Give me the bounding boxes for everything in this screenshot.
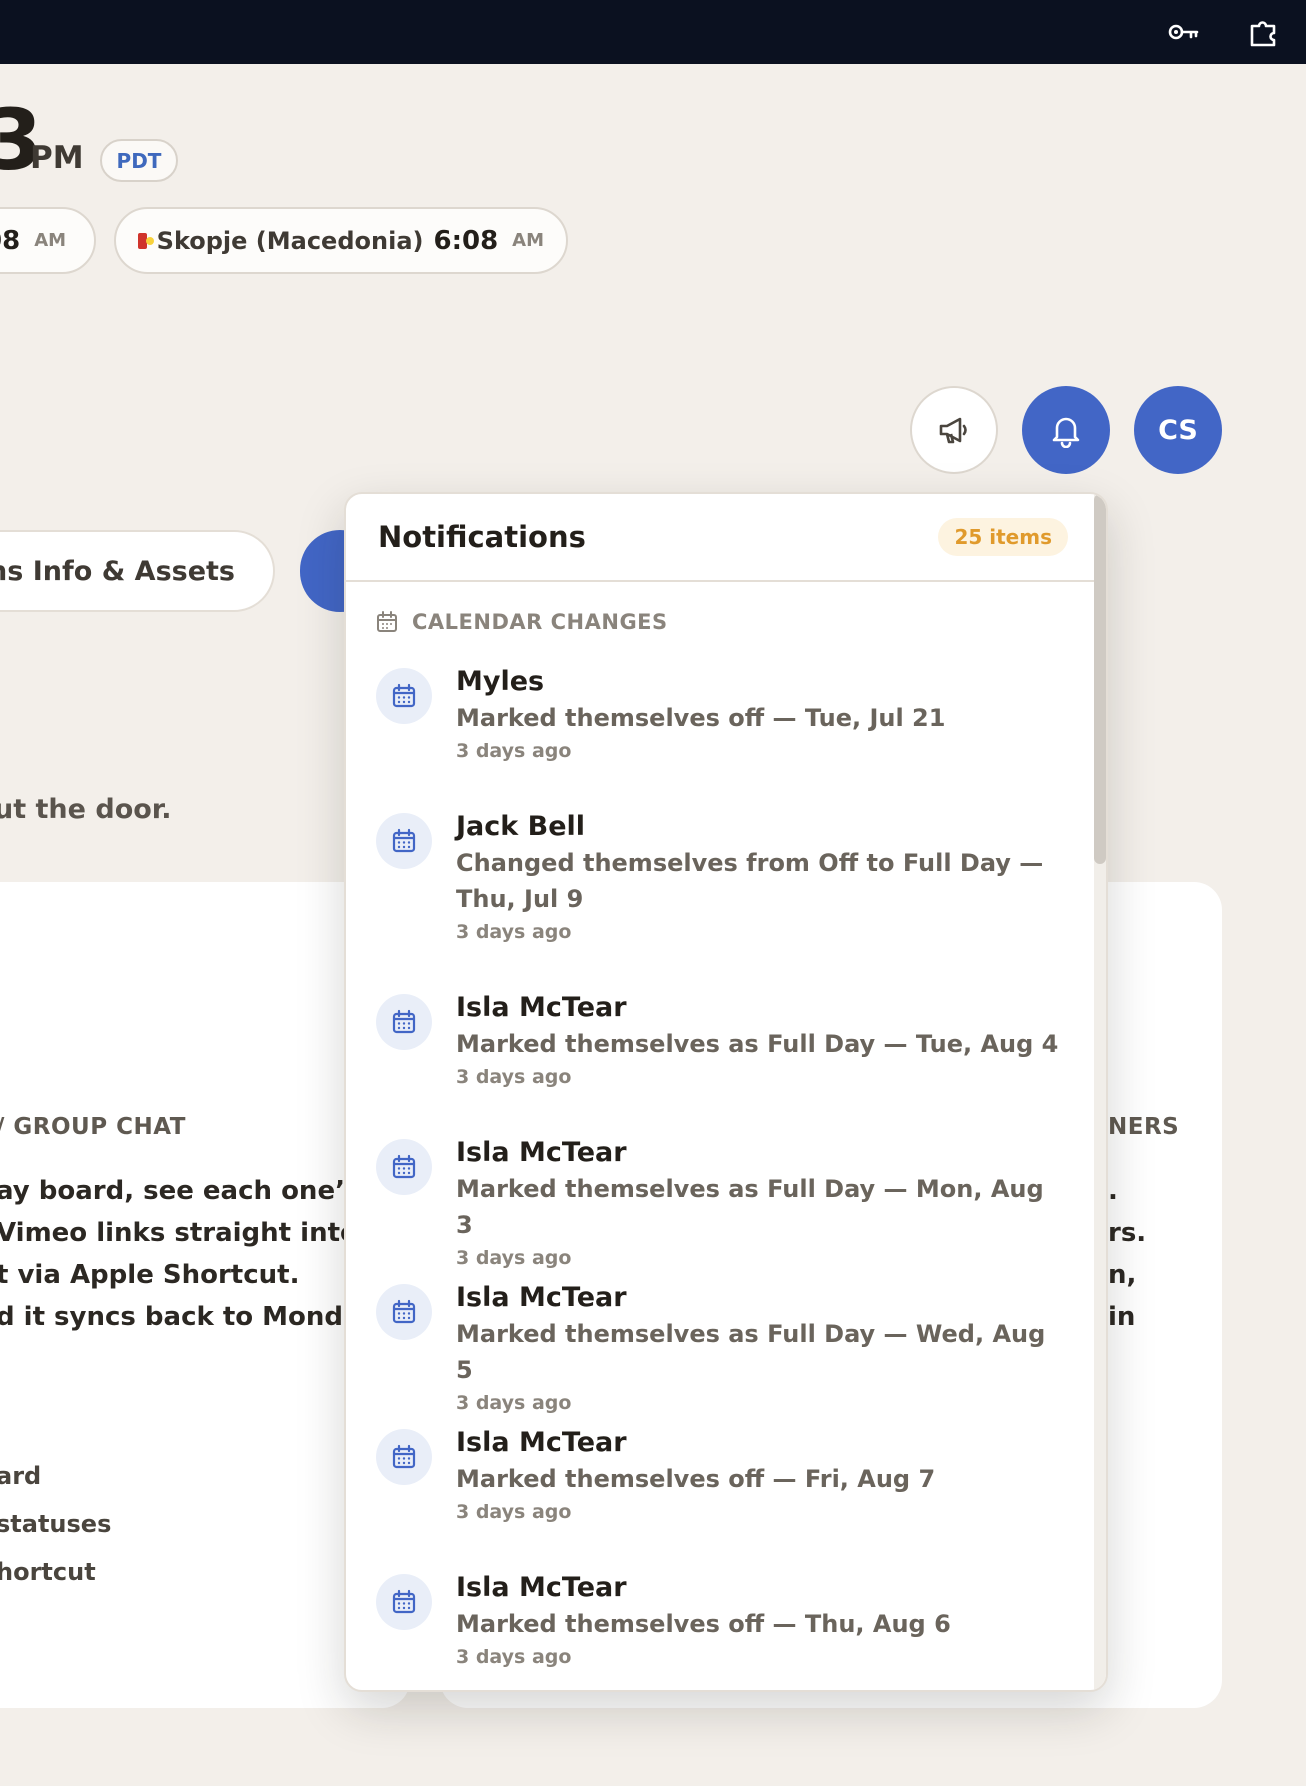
announcements-button[interactable]: [910, 386, 998, 474]
notification-item[interactable]: Isla McTear Marked themselves as Full Da…: [346, 1274, 1098, 1419]
key-icon[interactable]: [1162, 10, 1206, 54]
card-line: in: [1108, 1302, 1136, 1332]
bell-icon: [1052, 417, 1080, 448]
notification-time: 3 days ago: [456, 921, 572, 943]
notification-name: Myles: [456, 666, 545, 697]
card-line: .: [1108, 1176, 1118, 1206]
card-bullet: ard: [0, 1462, 42, 1490]
notification-message: Marked themselves as Full Day — Wed, Aug…: [456, 1320, 1046, 1384]
city-ampm: AM: [34, 230, 67, 251]
card-bullet: hortcut: [0, 1558, 96, 1586]
notification-name: Isla McTear: [456, 1427, 627, 1458]
avatar[interactable]: CS: [1134, 386, 1222, 474]
notification-name: Isla McTear: [456, 1572, 627, 1603]
notification-message: Changed themselves from Off to Full Day …: [456, 849, 1044, 913]
card-line: rs.: [1108, 1218, 1147, 1248]
notification-name: Isla McTear: [456, 1137, 627, 1168]
current-ampm: PM: [30, 140, 84, 176]
card-line: ay board, see each one’s: [0, 1176, 361, 1206]
city-name: Skopje (Macedonia): [156, 226, 424, 255]
calendar-icon: [376, 1574, 432, 1630]
notification-time: 3 days ago: [456, 1501, 572, 1523]
top-bar: [0, 0, 1306, 64]
city-clock-pill: Skopje (Macedonia) 6:08 AM: [114, 207, 568, 274]
notification-message: Marked themselves off — Thu, Aug 6: [456, 1610, 951, 1638]
notification-item[interactable]: Isla McTear Marked themselves as Full Da…: [346, 984, 1098, 1129]
card-line: Vimeo links straight into: [0, 1218, 358, 1248]
notification-item[interactable]: Isla McTear Marked themselves off — Thu,…: [346, 1564, 1098, 1690]
city-clock-pill: 08 AM: [0, 207, 96, 274]
card-bullet: statuses: [0, 1510, 112, 1538]
notification-item[interactable]: Isla McTear Marked themselves as Full Da…: [346, 1129, 1098, 1274]
intro-text: ut the door.: [0, 794, 172, 825]
notification-message: Marked themselves off — Fri, Aug 7: [456, 1465, 936, 1493]
notification-time: 3 days ago: [456, 1392, 572, 1414]
card-line: d it syncs back to Monday: [0, 1302, 377, 1332]
calendar-icon: [376, 1284, 432, 1340]
notification-message: Marked themselves as Full Day — Mon, Aug…: [456, 1175, 1044, 1239]
calendar-icon: [376, 668, 432, 724]
card-section-label: NERS: [1108, 1114, 1180, 1140]
notifications-header: Notifications 25 items: [346, 494, 1098, 582]
city-ampm: AM: [512, 230, 544, 251]
card-section-label: / GROUP CHAT: [0, 1114, 186, 1140]
notifications-scrollbar[interactable]: [1094, 494, 1106, 1690]
notification-message: Marked themselves as Full Day — Tue, Aug…: [456, 1030, 1059, 1058]
notification-time: 3 days ago: [456, 740, 572, 762]
notification-message: Marked themselves off — Tue, Jul 21: [456, 704, 946, 732]
notification-group-header: CALENDAR CHANGES: [376, 610, 668, 634]
notification-group-label: CALENDAR CHANGES: [412, 610, 668, 634]
notification-list: Myles Marked themselves off — Tue, Jul 2…: [346, 658, 1098, 1690]
notification-item[interactable]: Myles Marked themselves off — Tue, Jul 2…: [346, 658, 1098, 803]
calendar-icon: [376, 813, 432, 869]
notification-item[interactable]: Isla McTear Marked themselves off — Fri,…: [346, 1419, 1098, 1564]
notifications-title: Notifications: [378, 520, 586, 554]
city-time: 08: [0, 225, 21, 256]
notifications-count-badge: 25 items: [938, 518, 1068, 556]
scrollbar-thumb[interactable]: [1094, 494, 1106, 864]
notification-name: Isla McTear: [456, 1282, 627, 1313]
calendar-icon: [376, 1139, 432, 1195]
megaphone-icon: [939, 417, 967, 444]
city-time: 6:08: [433, 225, 499, 256]
notification-item[interactable]: Jack Bell Changed themselves from Off to…: [346, 803, 1098, 984]
assets-tab[interactable]: ums Info & Assets: [0, 530, 275, 612]
calendar-icon: [376, 994, 432, 1050]
notification-time: 3 days ago: [456, 1646, 572, 1668]
calendar-icon: [376, 1429, 432, 1485]
card-line: n,: [1108, 1260, 1137, 1290]
notifications-button[interactable]: [1022, 386, 1110, 474]
notification-name: Isla McTear: [456, 992, 627, 1023]
timezone-badge: PDT: [100, 139, 178, 182]
calendar-icon: [377, 611, 397, 632]
notifications-dropdown: Notifications 25 items CALENDAR CHANGES …: [344, 492, 1108, 1692]
macedonia-flag-icon: [138, 232, 154, 249]
notification-name: Jack Bell: [456, 811, 586, 842]
card-line: t via Apple Shortcut.: [0, 1260, 300, 1290]
extension-icon[interactable]: [1242, 10, 1286, 54]
notification-time: 3 days ago: [456, 1066, 572, 1088]
notification-time: 3 days ago: [456, 1247, 572, 1269]
